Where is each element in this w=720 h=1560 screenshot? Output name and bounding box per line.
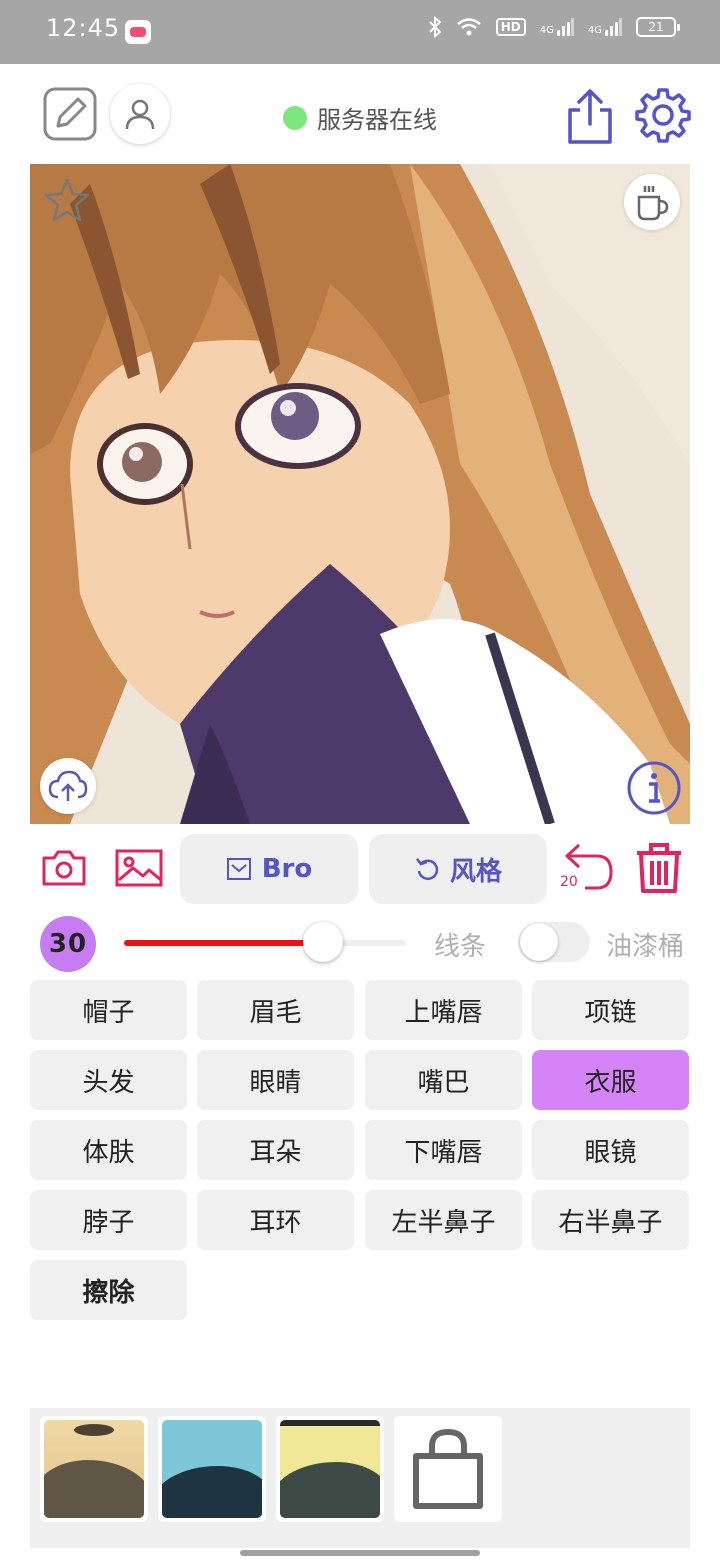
signal-4g-1: 4G — [540, 18, 574, 36]
bro-label: Bro — [261, 854, 313, 884]
style-thumbnail-1[interactable] — [40, 1416, 148, 1522]
mail-icon — [226, 858, 251, 880]
part-chip-eyebrow[interactable]: 眉毛 — [197, 980, 354, 1040]
signal-bars-icon — [556, 18, 574, 36]
camera-button[interactable] — [40, 846, 88, 890]
image-icon — [115, 849, 163, 887]
style-thumbnail-2-silhouette — [162, 1466, 262, 1518]
style-button[interactable]: 风格 — [369, 834, 547, 904]
drawing-canvas[interactable] — [30, 164, 690, 824]
favorite-button[interactable] — [42, 176, 92, 226]
bro-button[interactable]: Bro — [180, 834, 358, 904]
part-chip-upper-lip[interactable]: 上嘴唇 — [365, 980, 522, 1040]
brush-size-slider[interactable] — [124, 922, 406, 962]
settings-button[interactable] — [634, 86, 692, 144]
brush-settings-row: 30 线条 油漆桶 — [0, 912, 720, 972]
style-label: 风格 — [449, 856, 502, 887]
style-thumbnail-2-preview — [162, 1420, 262, 1518]
part-chip-neck[interactable]: 脖子 — [30, 1190, 187, 1250]
upload-button[interactable] — [40, 758, 96, 814]
bucket-mode-label: 油漆桶 — [606, 932, 685, 962]
trash-icon — [637, 843, 681, 893]
part-chip-eyes[interactable]: 眼睛 — [197, 1050, 354, 1110]
shopping-bag-icon — [413, 1428, 483, 1509]
cloud-upload-icon — [48, 770, 88, 801]
store-button[interactable] — [394, 1416, 502, 1522]
style-thumbnail-1-shape — [74, 1424, 114, 1436]
brush-size-slider-fill — [124, 940, 323, 946]
signal-4g-2: 4G — [588, 18, 622, 36]
edit-button[interactable] — [42, 86, 98, 142]
part-chip-skin[interactable]: 体肤 — [30, 1120, 187, 1180]
star-icon — [44, 178, 90, 222]
coffee-button[interactable] — [624, 174, 680, 230]
line-mode-label: 线条 — [434, 932, 487, 962]
wifi-icon — [456, 18, 481, 36]
status-icons: HD 4G 4G 21 — [428, 16, 680, 38]
info-icon — [627, 761, 681, 815]
home-indicator[interactable] — [240, 1550, 480, 1556]
camera-icon — [42, 850, 86, 886]
gear-icon — [635, 88, 691, 143]
signal-1-label: 4G — [539, 25, 554, 36]
part-chip-right-nose[interactable]: 右半鼻子 — [532, 1190, 689, 1250]
part-chip-lower-lip[interactable]: 下嘴唇 — [365, 1120, 522, 1180]
action-row: Bro 风格 20 — [0, 828, 720, 912]
generated-anime-portrait — [30, 164, 690, 824]
style-thumbnail-3-preview — [280, 1420, 380, 1518]
edit-icon — [43, 87, 97, 141]
share-button[interactable] — [562, 86, 618, 146]
brush-size-badge: 30 — [40, 916, 96, 972]
coffee-icon — [637, 186, 669, 221]
style-thumbnail-2[interactable] — [158, 1416, 266, 1522]
battery-indicator: 21 — [636, 17, 680, 37]
signal-bars-icon — [605, 18, 622, 36]
profile-button[interactable] — [110, 84, 170, 144]
part-chip-erase[interactable]: 擦除 — [30, 1260, 187, 1320]
style-thumbnail-tray — [30, 1408, 690, 1548]
server-status-dot — [283, 105, 307, 130]
style-thumbnail-3-silhouette — [280, 1462, 380, 1518]
part-chip-mouth[interactable]: 嘴巴 — [365, 1050, 522, 1110]
undo-button[interactable]: 20 — [558, 840, 616, 894]
style-thumbnail-1-silhouette — [44, 1460, 144, 1518]
share-icon — [568, 89, 612, 144]
part-chip-clothes[interactable]: 衣服 — [532, 1050, 689, 1110]
part-chip-hat[interactable]: 帽子 — [30, 980, 187, 1040]
bucket-toggle-knob — [520, 923, 558, 961]
top-toolbar: 服务器在线 — [0, 64, 720, 164]
part-chip-glasses[interactable]: 眼镜 — [532, 1120, 689, 1180]
bucket-toggle[interactable] — [518, 922, 590, 962]
server-status-text: 服务器在线 — [317, 106, 437, 134]
server-status: 服务器在线 — [283, 100, 437, 135]
signal-2-label: 4G — [587, 25, 602, 36]
game-app-icon — [125, 20, 151, 44]
hd-badge: HD — [495, 18, 526, 36]
part-chip-hair[interactable]: 头发 — [30, 1050, 187, 1110]
part-chip-earrings[interactable]: 耳环 — [197, 1190, 354, 1250]
style-thumbnail-3[interactable] — [276, 1416, 384, 1522]
part-chip-left-nose[interactable]: 左半鼻子 — [365, 1190, 522, 1250]
status-bar: 12:45 HD 4G 4G 21 — [0, 0, 720, 64]
undo-count: 20 — [560, 874, 578, 890]
delete-button[interactable] — [632, 840, 686, 896]
style-thumbnail-3-shape — [280, 1420, 380, 1426]
part-chip-ears[interactable]: 耳朵 — [197, 1120, 354, 1180]
refresh-icon — [416, 858, 439, 880]
bluetooth-icon — [429, 16, 442, 38]
gallery-button[interactable] — [114, 846, 164, 890]
brush-size-slider-thumb[interactable] — [302, 922, 343, 962]
info-button[interactable] — [626, 760, 682, 816]
part-chip-necklace[interactable]: 项链 — [532, 980, 689, 1040]
status-time: 12:45 — [46, 14, 121, 42]
style-thumbnail-1-preview — [44, 1420, 144, 1518]
user-icon — [125, 99, 155, 130]
